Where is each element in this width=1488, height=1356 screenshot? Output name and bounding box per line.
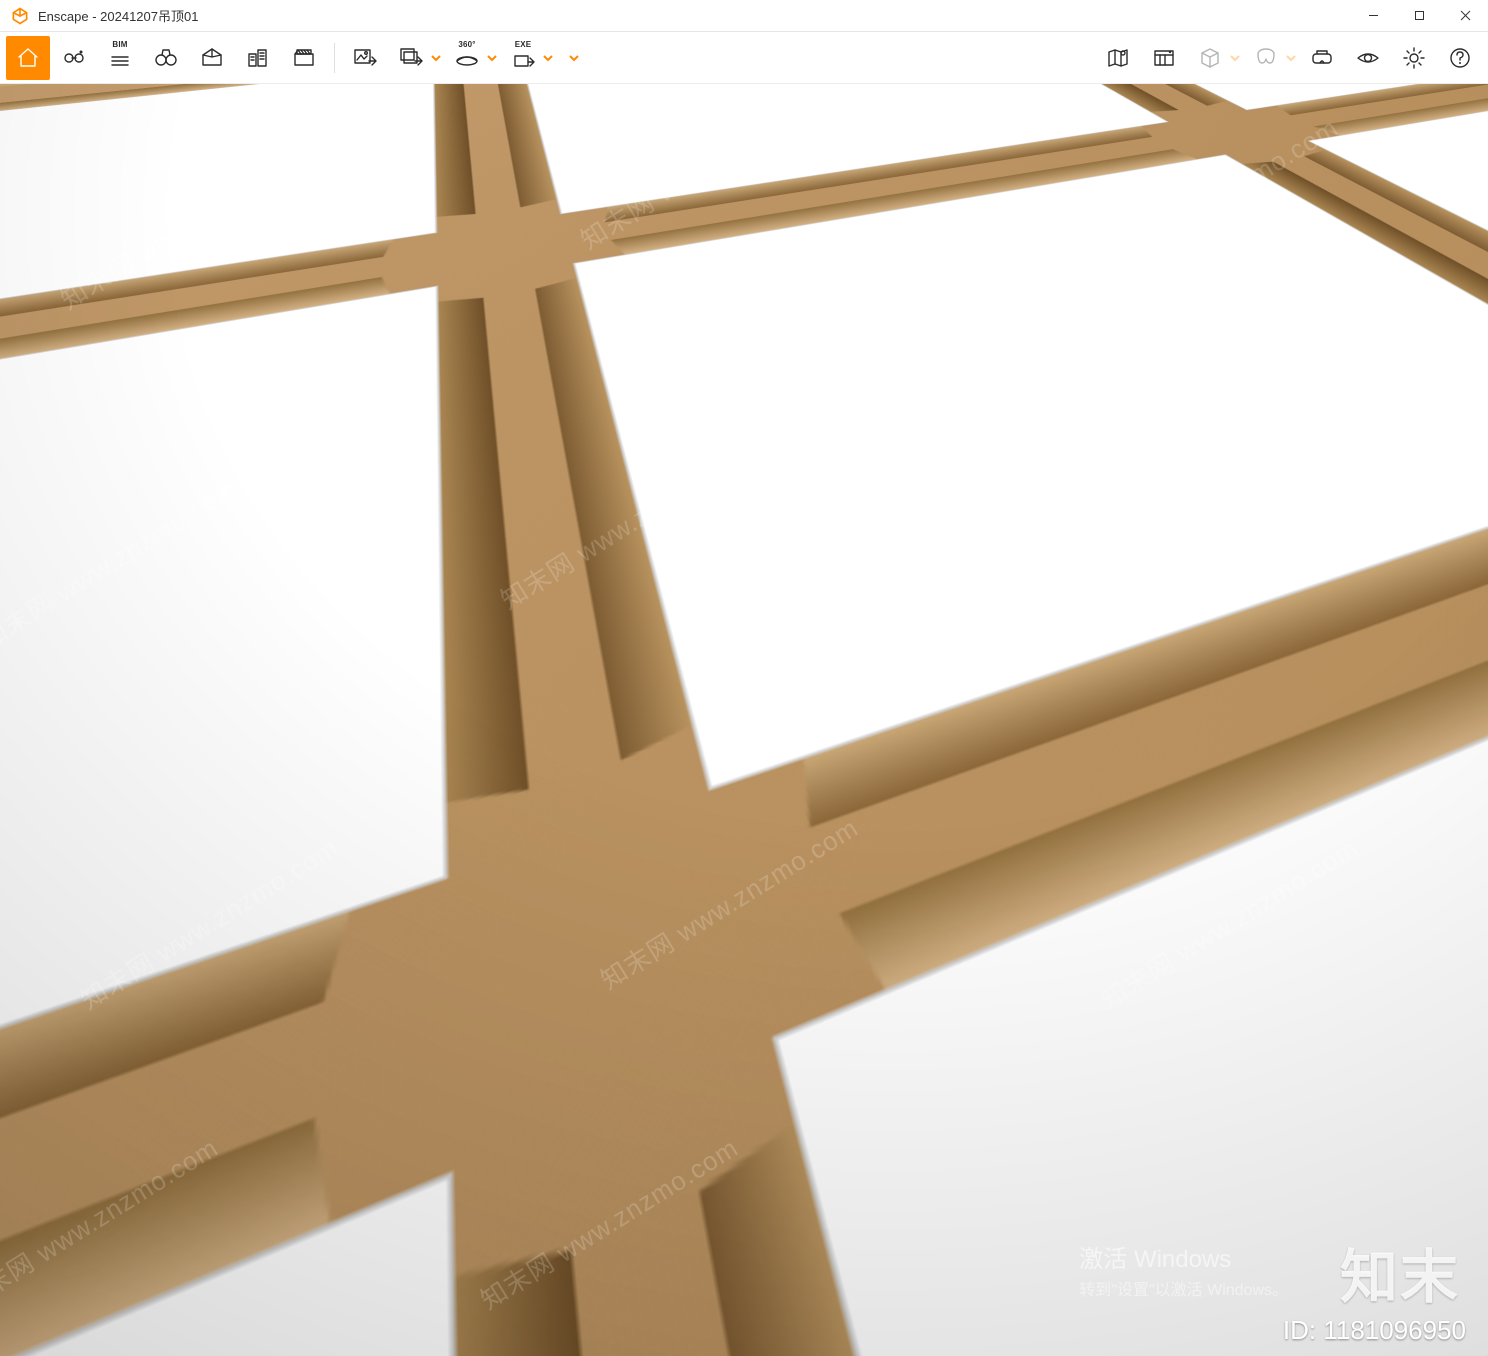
skylight-cell: [1033, 84, 1488, 110]
title-bar: Enscape - 20241207吊顶01: [0, 0, 1488, 32]
site-context-map-button[interactable]: [1096, 36, 1140, 80]
enscape-app-icon: [10, 6, 30, 26]
exe-label: EXE: [515, 40, 532, 49]
window-title: Enscape - 20241207吊顶01: [38, 6, 198, 25]
video-path-button[interactable]: [282, 36, 326, 80]
panorama-360-button[interactable]: 360°: [445, 36, 489, 80]
help-button[interactable]: [1438, 36, 1482, 80]
window-close-button[interactable]: [1442, 0, 1488, 32]
binoculars-button[interactable]: [144, 36, 188, 80]
ceiling-grid: [0, 84, 1488, 221]
skylight-cell: [0, 84, 437, 389]
bim-mode-button[interactable]: BIM: [98, 36, 142, 80]
view-cube-button[interactable]: [1188, 36, 1232, 80]
link-model-button[interactable]: [52, 36, 96, 80]
cardboard-viewer-button[interactable]: [1244, 36, 1288, 80]
standalone-export-button[interactable]: EXE: [501, 36, 545, 80]
scene-3d: [0, 84, 1488, 1356]
pano-label: 360°: [458, 40, 475, 49]
asset-library-button[interactable]: [1142, 36, 1186, 80]
render-viewport[interactable]: 知末网 www.znzmo.com 知末网 www.znzmo.com 知末网 …: [0, 84, 1488, 1356]
vr-headset-button[interactable]: [1300, 36, 1344, 80]
cardboard-dropdown[interactable]: [1284, 36, 1298, 80]
skylight-cell: [520, 84, 1169, 214]
app-name: Enscape: [38, 9, 89, 24]
extra-dropdown[interactable]: [567, 36, 581, 80]
buildings-button[interactable]: [236, 36, 280, 80]
app-window: Enscape - 20241207吊顶01 BIM: [0, 0, 1488, 1356]
safe-frame-button[interactable]: [190, 36, 234, 80]
batch-render-button[interactable]: [389, 36, 433, 80]
coffer-grid: [0, 84, 1488, 221]
toolbar-separator: [334, 43, 335, 73]
bim-label: BIM: [112, 40, 127, 49]
view-cube-dropdown[interactable]: [1228, 36, 1242, 80]
export-image-button[interactable]: [343, 36, 387, 80]
window-maximize-button[interactable]: [1396, 0, 1442, 32]
visual-settings-button[interactable]: [1346, 36, 1390, 80]
general-settings-button[interactable]: [1392, 36, 1436, 80]
document-name: 20241207吊顶01: [100, 9, 198, 24]
home-button[interactable]: [6, 36, 50, 80]
window-minimize-button[interactable]: [1350, 0, 1396, 32]
main-toolbar: BIM 360° EX: [0, 32, 1488, 84]
skylight-cell: [1308, 84, 1488, 409]
